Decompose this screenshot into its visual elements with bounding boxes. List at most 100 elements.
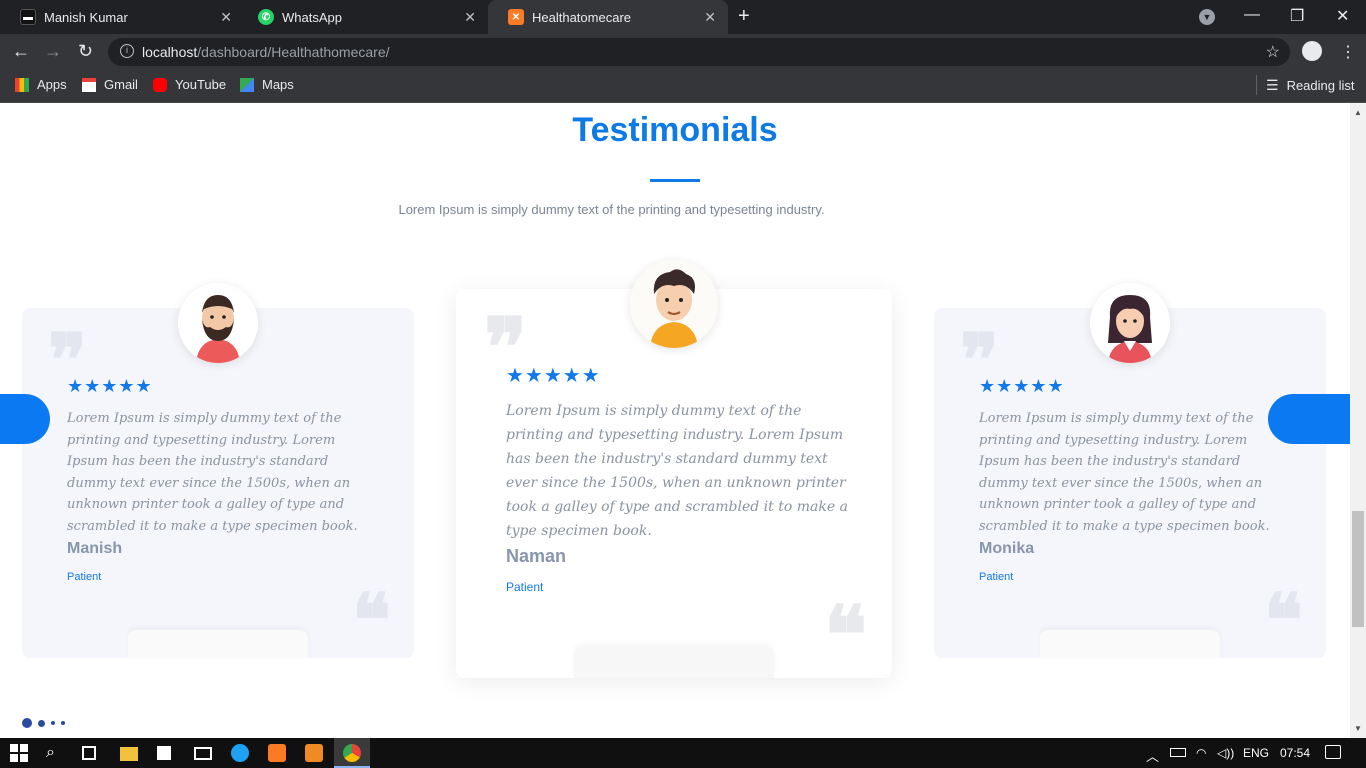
- windows-taskbar: ⌕ ︿ ◠ ◁)) ENG 07:54: [0, 738, 1366, 768]
- close-tab-icon[interactable]: ✕: [704, 9, 716, 26]
- heading-underline: [650, 179, 700, 182]
- gmail-icon: [82, 77, 96, 92]
- tab-manish-kumar[interactable]: ▬ Manish Kumar ✕: [0, 0, 244, 34]
- reading-list-icon: ☰: [1266, 77, 1279, 93]
- edge-icon[interactable]: [231, 744, 249, 762]
- card-bottom-tab: [1040, 630, 1220, 658]
- tab-healthatomecare[interactable]: ✕ Healthatomecare ✕: [488, 0, 728, 34]
- scrollbar-thumb[interactable]: [1352, 511, 1364, 627]
- info-icon[interactable]: i: [120, 44, 134, 58]
- menu-icon[interactable]: ⋮: [1340, 42, 1356, 62]
- rating-stars: ★★★★★: [979, 376, 1065, 396]
- carousel-next-button[interactable]: [1268, 394, 1350, 444]
- young-man-avatar: [630, 260, 718, 348]
- back-icon[interactable]: ←: [12, 41, 30, 62]
- task-view-icon[interactable]: [82, 746, 96, 760]
- review-text: Lorem Ipsum is simply dummy text of the …: [979, 411, 1270, 534]
- card-bottom-tab: [574, 646, 774, 678]
- tab-title: Healthatomecare: [532, 9, 631, 25]
- pagination-dot-active[interactable]: [22, 718, 32, 728]
- sublime-text-icon[interactable]: [305, 744, 323, 762]
- apps-grid-icon: [15, 77, 29, 92]
- bookmark-youtube[interactable]: YouTube: [153, 77, 226, 92]
- card-bottom-tab: [128, 630, 308, 658]
- reviewer-role: Patient: [67, 571, 102, 583]
- pagination-dot[interactable]: [51, 721, 55, 725]
- woman-avatar: [1090, 283, 1170, 363]
- quote-close-icon: ❝: [824, 593, 868, 681]
- reviewer-name: Manish: [67, 540, 123, 557]
- page-scrollbar[interactable]: [1350, 103, 1366, 738]
- forward-icon[interactable]: →: [44, 41, 62, 62]
- youtube-icon: [153, 77, 167, 92]
- mail-icon[interactable]: [194, 747, 212, 760]
- scroll-up-icon[interactable]: ▲: [1354, 108, 1362, 117]
- review-text: Lorem Ipsum is simply dummy text of the …: [506, 403, 848, 539]
- rating-stars: ★★★★★: [67, 376, 153, 396]
- carousel-prev-button[interactable]: [0, 394, 50, 444]
- bookmark-maps[interactable]: Maps: [240, 77, 294, 92]
- reviewer-name: Naman: [506, 546, 567, 566]
- bookmark-label: YouTube: [175, 77, 227, 92]
- bookmark-label: Apps: [37, 77, 67, 92]
- scroll-down-icon[interactable]: ▼: [1354, 724, 1362, 733]
- xampp-icon: ✕: [508, 9, 524, 25]
- bookmark-apps[interactable]: Apps: [15, 77, 67, 92]
- minimize-icon[interactable]: —: [1244, 6, 1260, 24]
- bookmark-label: Gmail: [104, 77, 138, 92]
- windows-start-icon[interactable]: [10, 744, 28, 762]
- chevron-up-icon[interactable]: ︿: [1146, 746, 1159, 765]
- close-window-icon[interactable]: ✕: [1336, 6, 1349, 26]
- reading-list-label: Reading list: [1286, 78, 1355, 93]
- reviewer-role: Patient: [506, 580, 544, 594]
- tab-title: Manish Kumar: [44, 9, 128, 25]
- page-content: Testimonials Lorem Ipsum is simply dummy…: [0, 103, 1350, 738]
- reviewer-name: Monika: [979, 540, 1035, 557]
- section-heading: Testimonials: [572, 111, 778, 149]
- clock[interactable]: 07:54: [1280, 746, 1310, 760]
- bookmarks-bar: Apps Gmail YouTube Maps ☰ Reading list: [0, 70, 1366, 103]
- rating-stars: ★★★★★: [506, 365, 601, 387]
- review-text: Lorem Ipsum is simply dummy text of the …: [67, 411, 358, 534]
- reviewer-role: Patient: [979, 571, 1014, 583]
- browser-tab-strip: ▬ Manish Kumar ✕ ✆ WhatsApp ✕ ✕ Healthat…: [0, 0, 1366, 34]
- store-icon[interactable]: [157, 746, 171, 760]
- xampp-taskbar-icon[interactable]: [268, 744, 286, 762]
- reload-icon[interactable]: ↻: [78, 41, 93, 62]
- generic-tab-icon: ▬: [20, 9, 36, 25]
- quote-close-icon: ❝: [352, 581, 391, 661]
- pagination-dot[interactable]: [38, 719, 45, 727]
- tab-whatsapp[interactable]: ✆ WhatsApp ✕: [238, 0, 488, 34]
- bookmark-star-icon[interactable]: ☆: [1266, 42, 1280, 62]
- url-host: localhost: [142, 44, 198, 60]
- close-tab-icon[interactable]: ✕: [220, 9, 232, 26]
- bookmark-label: Maps: [262, 77, 294, 92]
- divider: [1256, 75, 1257, 95]
- tab-search-icon[interactable]: ▼: [1199, 9, 1215, 25]
- new-tab-button[interactable]: +: [738, 5, 750, 28]
- carousel-pagination: [22, 718, 71, 728]
- tab-title: WhatsApp: [282, 9, 342, 25]
- quote-close-icon: ❝: [1264, 581, 1303, 661]
- search-icon[interactable]: ⌕: [46, 744, 64, 762]
- language-indicator[interactable]: ENG: [1243, 746, 1269, 760]
- profile-icon[interactable]: [1302, 41, 1322, 61]
- whatsapp-icon: ✆: [258, 9, 274, 25]
- url-path: /dashboard/Healthathomecare/: [197, 44, 390, 60]
- close-tab-icon[interactable]: ✕: [464, 9, 476, 26]
- file-explorer-icon[interactable]: [120, 747, 138, 761]
- pagination-dot[interactable]: [61, 721, 65, 725]
- notifications-icon[interactable]: [1325, 745, 1341, 759]
- maps-icon: [240, 77, 254, 92]
- reading-list-button[interactable]: ☰ Reading list: [1256, 75, 1355, 95]
- restore-icon[interactable]: ❐: [1290, 6, 1304, 26]
- volume-icon[interactable]: ◁)): [1217, 746, 1234, 760]
- browser-toolbar: ← → ↻ i localhost/dashboard/Healthathome…: [0, 34, 1366, 70]
- address-bar[interactable]: i localhost/dashboard/Healthathomecare/ …: [108, 38, 1290, 66]
- wifi-icon[interactable]: ◠: [1196, 746, 1206, 760]
- battery-icon[interactable]: [1170, 748, 1186, 757]
- chrome-icon: [343, 744, 361, 762]
- bookmark-gmail[interactable]: Gmail: [82, 77, 138, 92]
- chrome-taskbar-button[interactable]: [334, 738, 370, 768]
- section-subtitle: Lorem Ipsum is simply dummy text of the …: [398, 202, 825, 217]
